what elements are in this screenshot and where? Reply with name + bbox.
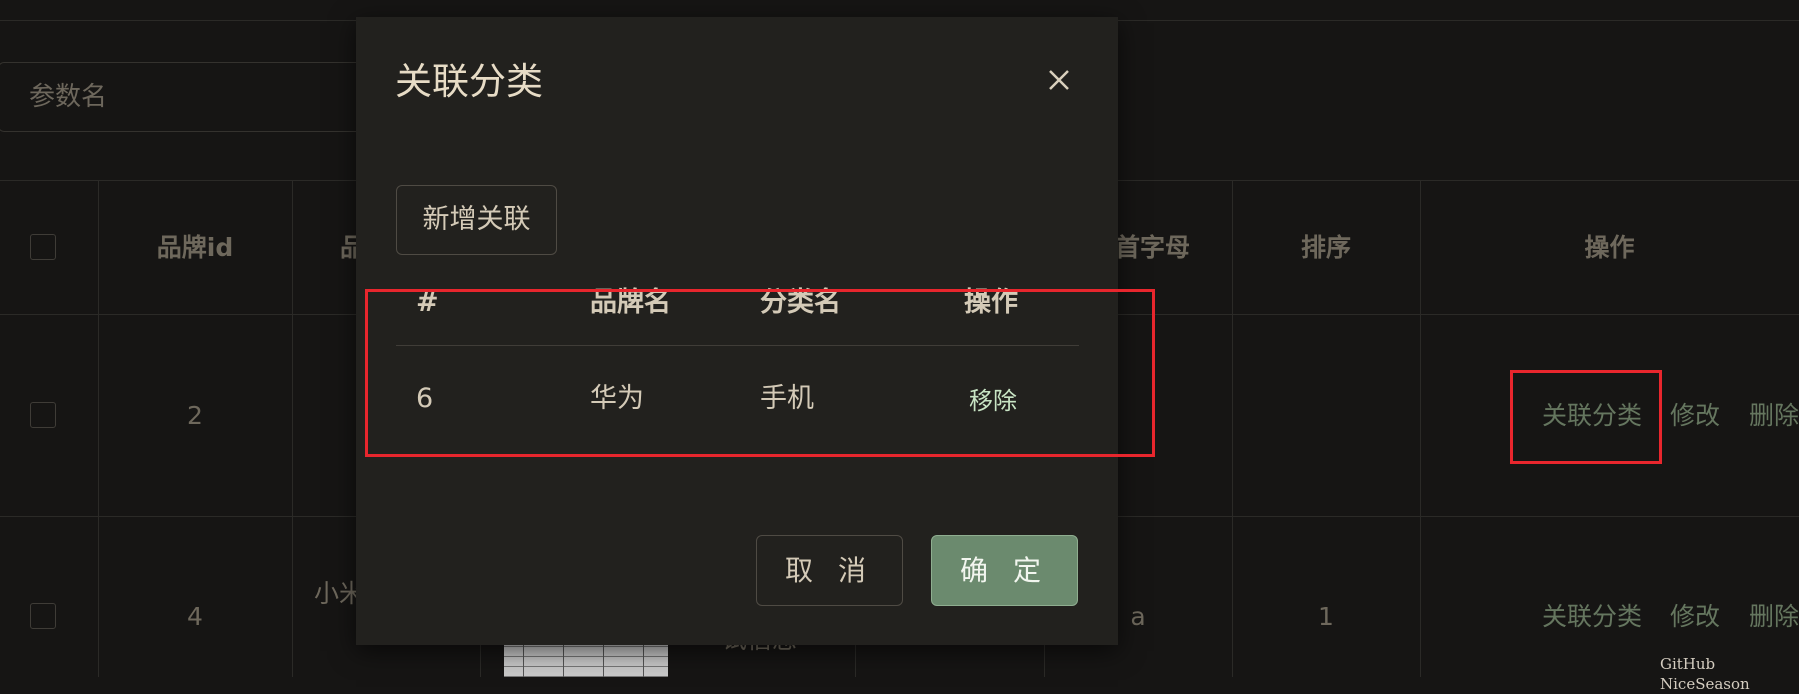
select-all-checkbox[interactable] <box>30 234 56 260</box>
associate-category-link[interactable]: 关联分类 <box>1542 599 1642 635</box>
add-association-button[interactable]: 新增关联 <box>396 185 557 255</box>
header-sort: 排序 <box>1300 233 1351 262</box>
highlight-box <box>1510 370 1662 464</box>
edit-link[interactable]: 修改 <box>1670 398 1720 434</box>
search-input[interactable] <box>0 63 377 131</box>
dialog-title: 关联分类 <box>395 60 543 103</box>
header-brand-id: 品牌id <box>156 233 234 262</box>
close-icon[interactable] <box>1044 65 1074 95</box>
highlight-box <box>365 289 1155 457</box>
row-checkbox[interactable] <box>30 402 56 428</box>
column-divider <box>292 180 293 677</box>
delete-link[interactable]: 删除 <box>1749 398 1799 434</box>
cancel-button[interactable]: 取 消 <box>756 535 903 606</box>
confirm-button[interactable]: 确 定 <box>931 535 1078 606</box>
row-checkbox[interactable] <box>30 603 56 629</box>
delete-link[interactable]: 删除 <box>1749 599 1799 635</box>
header-actions: 操作 <box>1584 233 1635 262</box>
row-brand-id: 4 <box>187 602 203 631</box>
row-brand-id: 2 <box>187 401 203 430</box>
edit-link[interactable]: 修改 <box>1670 599 1720 635</box>
search-field[interactable] <box>0 62 378 132</box>
watermark: GitHub NiceSeason <box>1660 655 1750 693</box>
row-sort: 1 <box>1318 602 1334 631</box>
